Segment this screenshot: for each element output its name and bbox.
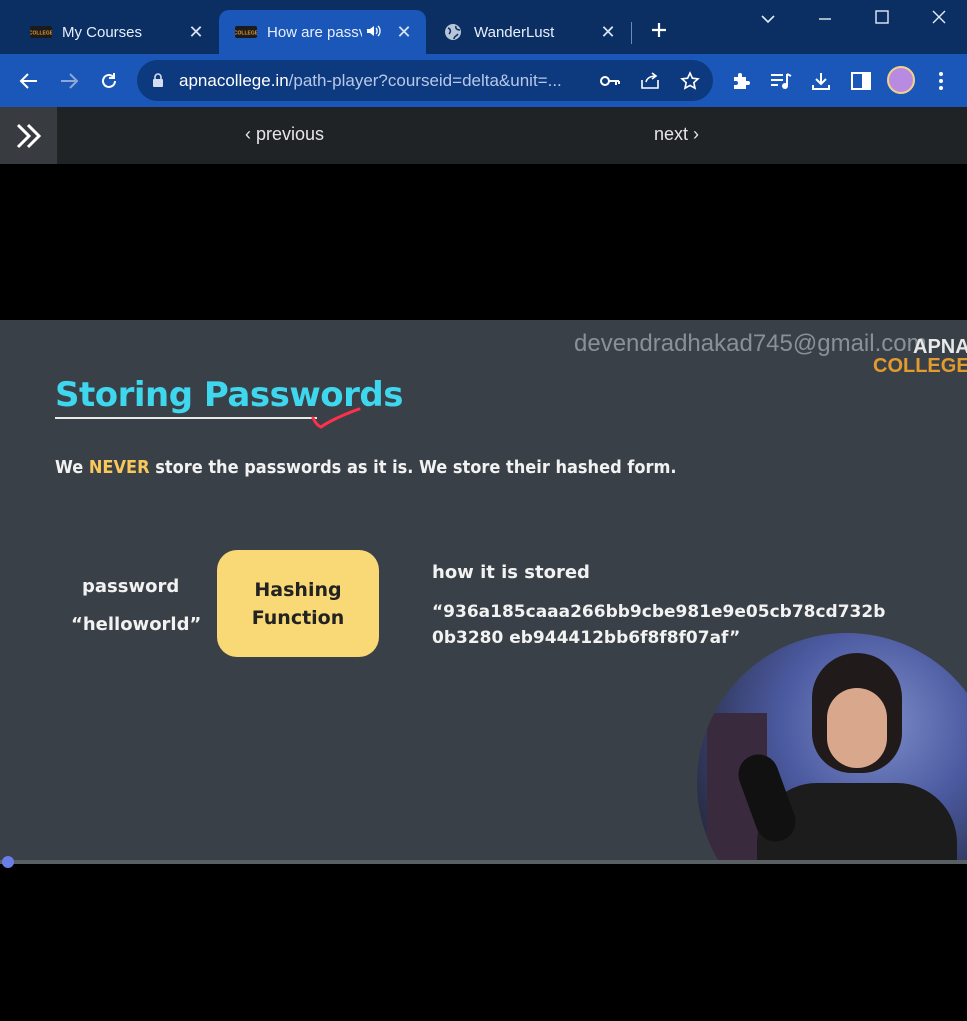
apna-college-logo: APNA COLLEGE [873,336,967,377]
tab-label: WanderLust [474,23,555,41]
next-label: next [654,124,689,144]
subtitle-text-start: We [55,457,89,478]
password-value: “helloworld” [71,614,202,635]
window-close-icon[interactable] [924,8,954,29]
lecture-slide: devendradhakad745@gmail.com APNA COLLEGE… [0,320,967,862]
url-text[interactable]: apnacollege.in/path-player?courseid=delt… [179,71,562,91]
apna-college-favicon-icon: COLLEGE [235,25,257,39]
browser-toolbar: apnacollege.in/path-player?courseid=delt… [0,54,967,107]
next-link[interactable]: next › [654,124,699,145]
svg-text:COLLEGE: COLLEGE [30,31,52,37]
box-line-1: Hashing [254,578,342,601]
tab-wanderlust[interactable]: WanderLust ✕ [426,10,630,54]
tab-search-chevron-icon[interactable] [753,8,783,29]
tab-close-icon[interactable]: ✕ [598,22,618,43]
previous-label: previous [256,124,325,144]
tab-label: How are passv [267,23,362,41]
tab-close-icon[interactable]: ✕ [394,22,414,43]
more-menu-icon[interactable] [928,68,954,94]
minimize-icon[interactable] [810,8,840,29]
video-player[interactable]: devendradhakad745@gmail.com APNA COLLEGE… [0,164,967,1021]
title-underline [55,417,317,419]
tab-my-courses[interactable]: COLLEGE My Courses ✕ [14,10,218,54]
expand-sidebar-double-chevron-icon[interactable] [0,107,57,164]
maximize-icon[interactable] [867,8,897,29]
progress-scrubber-handle[interactable] [2,856,14,868]
subtitle-text-end: store the passwords as it is. We store t… [149,457,677,478]
profile-avatar[interactable] [887,66,915,94]
media-control-icon[interactable] [768,68,794,94]
chevron-left-icon: ‹ [245,124,251,144]
url-path: /path-player?courseid=delta&unit=... [288,71,562,90]
reload-icon[interactable] [96,68,122,94]
red-tick-annotation-icon [311,407,361,429]
instructor-webcam [697,633,967,862]
browser-titlebar: COLLEGE My Courses ✕ COLLEGE How are pas… [0,0,967,54]
tab-label: My Courses [62,23,143,41]
globe-icon [442,24,464,40]
share-icon[interactable] [639,70,661,92]
stored-label: how it is stored [432,562,590,583]
chevron-right-icon: › [693,124,700,144]
side-panel-icon[interactable] [848,68,874,94]
forward-arrow-icon[interactable] [56,68,82,94]
speaker-icon[interactable] [366,24,382,41]
svg-text:COLLEGE: COLLEGE [235,31,257,37]
download-icon[interactable] [808,68,834,94]
address-bar[interactable]: apnacollege.in/path-player?courseid=delt… [137,60,713,101]
url-domain: apnacollege.in [179,71,289,90]
box-line-2: Function [251,606,345,629]
extensions-puzzle-icon[interactable] [728,68,754,94]
slide-subtitle: We NEVER store the passwords as it is. W… [55,457,676,478]
tab-separator [631,22,632,44]
video-progress-bar[interactable] [0,856,967,868]
password-label: password [82,576,180,597]
key-icon[interactable] [599,70,621,92]
apna-college-favicon-icon: COLLEGE [30,25,52,39]
new-tab-plus-icon[interactable] [645,18,673,46]
previous-link[interactable]: ‹ previous [245,124,324,145]
back-arrow-icon[interactable] [16,68,42,94]
lock-icon[interactable] [152,73,164,93]
subtitle-emphasis: NEVER [88,457,150,478]
tab-active-video[interactable]: COLLEGE How are passv ✕ [219,10,426,54]
tab-close-icon[interactable]: ✕ [186,22,206,43]
course-nav-bar: ‹ previous next › [0,107,967,164]
hashing-function-box: Hashing Function [217,550,379,657]
bookmark-star-icon[interactable] [679,70,701,92]
